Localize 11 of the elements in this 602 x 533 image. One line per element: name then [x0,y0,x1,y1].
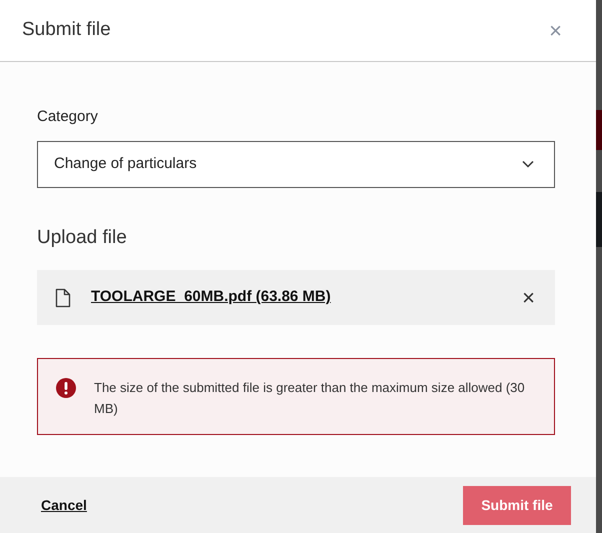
document-icon [55,288,71,308]
file-link[interactable]: TOOLARGE_60MB.pdf (63.86 MB) [91,286,331,309]
dialog-title: Submit file [22,18,111,42]
cancel-link[interactable]: Cancel [41,494,87,516]
error-icon [56,378,76,398]
remove-file-button[interactable]: × [522,286,535,308]
category-dropdown[interactable]: Change of particulars [37,140,555,188]
field-label: Category [37,107,98,127]
error-message: The size of the submitted file is greater than the maximum size allowed (30 MB) [94,379,526,418]
section-heading: Upload file [37,226,127,250]
chevron-down-icon [522,160,534,168]
